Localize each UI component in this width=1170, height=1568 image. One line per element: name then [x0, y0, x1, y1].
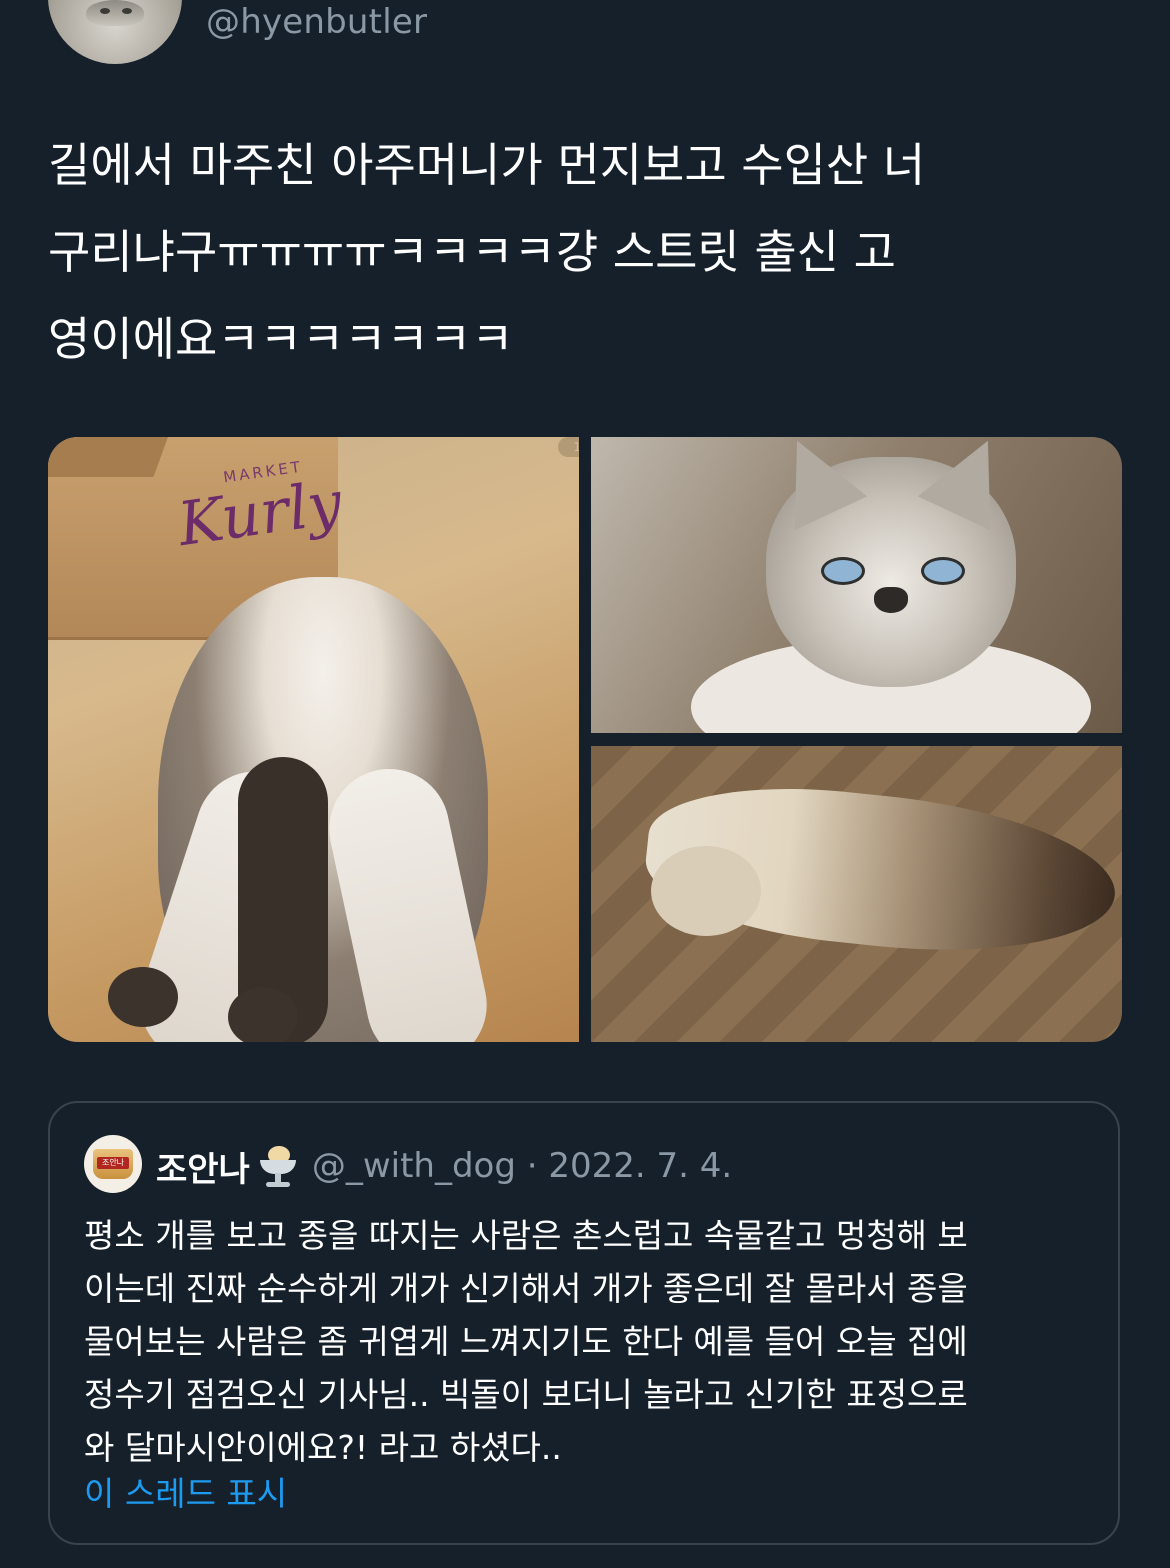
ice-cream-sundae-icon	[256, 1144, 300, 1188]
box-brand-text: Kurly	[173, 467, 346, 561]
photo-cat-flat-on-floor[interactable]	[591, 746, 1122, 1042]
cat-nose	[874, 587, 908, 613]
author-avatar[interactable]	[48, 0, 182, 64]
tweet-text: 길에서 마주친 아주머니가 먼지보고 수입산 너 구리냐구ㅠㅠㅠㅠㅋㅋㅋㅋ걍 스…	[48, 138, 926, 366]
photo-cat-grumpy-face[interactable]	[591, 437, 1122, 733]
avatar-cat-eye-right	[122, 8, 132, 14]
cat-eye-right	[921, 557, 965, 585]
tweet-page: @hyenbutler 길에서 마주친 아주머니가 먼지보고 수입산 너 구리냐…	[0, 0, 1170, 1568]
ice-cream-cup-label: 조안나	[97, 1157, 129, 1169]
quote-text: 평소 개를 보고 종을 따지는 사람은 촌스럽고 속물같고 멍청해 보 이는데 …	[84, 1216, 968, 1467]
box-flap	[48, 437, 168, 477]
cat-ear-right	[917, 437, 1025, 531]
media-counter: 1/2	[558, 437, 579, 457]
cat-paw-left	[108, 967, 178, 1027]
quoted-tweet-card[interactable]: 조안나 조안나 @_with_dog · 2022. 7. 4. 평소 개를 보…	[48, 1101, 1120, 1545]
cat-head	[760, 437, 1025, 687]
quote-header: 조안나 @_with_dog · 2022. 7. 4.	[156, 1141, 732, 1191]
cat-ear-left	[760, 437, 868, 531]
show-thread-link[interactable]: 이 스레드 표시	[84, 1467, 287, 1520]
media-grid: MARKET Kurly 1/2	[48, 437, 1122, 1042]
photo-cat-lying-by-box[interactable]: MARKET Kurly 1/2	[48, 437, 579, 1042]
cat-paw-right	[228, 987, 298, 1042]
avatar-cat-eye-left	[100, 8, 110, 14]
author-handle[interactable]: @hyenbutler	[206, 2, 427, 42]
quote-handle-and-date: @_with_dog · 2022. 7. 4.	[311, 1146, 733, 1186]
cat-eye-left	[821, 557, 865, 585]
avatar-cat-face	[86, 0, 144, 26]
quote-display-name[interactable]: 조안나	[156, 1142, 250, 1191]
quote-avatar[interactable]: 조안나	[84, 1135, 142, 1193]
cat-head-down	[651, 846, 761, 936]
